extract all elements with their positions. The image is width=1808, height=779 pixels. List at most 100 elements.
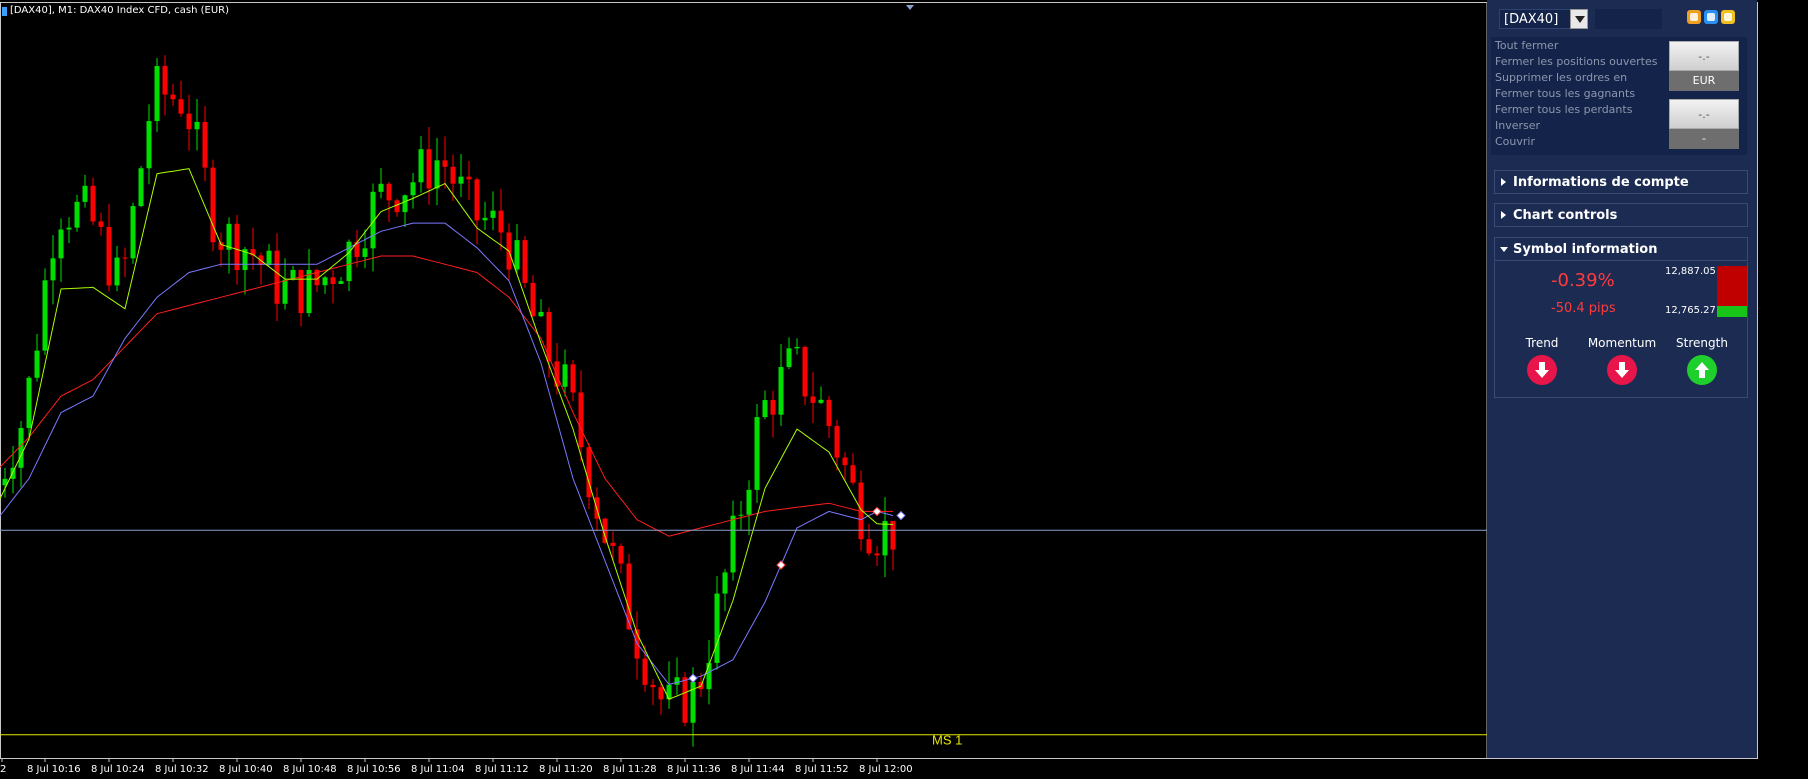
day-high: 12,887.05 <box>1665 266 1716 277</box>
candle-body <box>322 277 328 286</box>
value-box[interactable]: -.- <box>1669 99 1739 129</box>
candle-body <box>802 346 808 397</box>
candle-body <box>770 400 776 415</box>
candle-body <box>330 277 336 284</box>
symbol-info-body: -0.39% -50.4 pips 12,887.05 12,765.27 Tr… <box>1494 262 1748 398</box>
candle-body <box>818 399 824 403</box>
candle-body <box>306 269 312 314</box>
candle-body <box>274 250 280 304</box>
candle-body <box>402 195 408 213</box>
signal-marker <box>688 673 698 683</box>
section-chart-controls[interactable]: Chart controls <box>1494 203 1748 227</box>
candle-body <box>202 121 208 168</box>
candle-body <box>34 350 40 378</box>
section-label: Informations de compte <box>1513 175 1689 190</box>
copy-icon[interactable] <box>1687 10 1701 24</box>
candle-body <box>194 121 200 130</box>
signal-marker <box>896 510 906 521</box>
candle-body <box>106 226 112 286</box>
range-bar-up <box>1717 306 1747 317</box>
arrow-up-icon <box>1687 355 1717 385</box>
currency-label: EUR <box>1669 71 1739 91</box>
chevron-right-icon <box>1501 178 1506 186</box>
candle-body <box>178 99 184 114</box>
candle-body <box>738 514 744 516</box>
candle-body <box>442 160 448 167</box>
momentum-label: Momentum <box>1587 336 1657 350</box>
action-close-winners[interactable]: Fermer tous les gagnants <box>1495 87 1635 100</box>
candle-body <box>426 149 432 189</box>
candle-body <box>794 346 800 349</box>
candle-body <box>450 166 456 184</box>
candle-body <box>362 248 368 257</box>
profit-box[interactable]: -.- <box>1669 41 1739 71</box>
chevron-down-icon[interactable] <box>1570 9 1588 29</box>
candle-body <box>538 311 544 317</box>
layout-icon[interactable] <box>1721 10 1735 24</box>
scroll-marker-icon <box>906 5 914 10</box>
candle-body <box>762 400 768 418</box>
candle-body <box>650 684 656 688</box>
candle-body <box>474 179 480 221</box>
candle-body <box>690 681 696 723</box>
arrow-down-icon <box>1607 355 1637 385</box>
trading-panel: [DAX40] Tout fermer Fermer les positions… <box>1487 0 1757 758</box>
time-tick-label: 8 Jul 11:52 <box>795 764 849 775</box>
time-tick-label: 8 Jul 10:48 <box>283 764 337 775</box>
candle-body <box>562 364 568 387</box>
candle-body <box>722 572 728 594</box>
candle-body <box>138 168 144 207</box>
day-low: 12,765.27 <box>1665 305 1716 316</box>
action-close-losers[interactable]: Fermer tous les perdants <box>1495 103 1632 116</box>
gear-icon[interactable] <box>1704 10 1718 24</box>
candle-body <box>410 182 416 196</box>
candle-body <box>458 176 464 184</box>
candle-body <box>66 227 72 230</box>
ma-slow-line <box>0 255 893 537</box>
action-delete-orders[interactable]: Supprimer les ordres en <box>1495 71 1627 84</box>
candle-body <box>890 520 896 550</box>
time-tick-label: 8 Jul 10:56 <box>347 764 401 775</box>
candle-body <box>514 240 520 270</box>
candle-body <box>746 489 752 515</box>
candle-body <box>90 185 96 222</box>
time-tick-label: 8 Jul 11:20 <box>539 764 593 775</box>
candle-body <box>834 426 840 458</box>
candle-body <box>522 240 528 283</box>
range-bar-down <box>1717 266 1747 306</box>
candle-body <box>434 160 440 189</box>
section-account-info[interactable]: Informations de compte <box>1494 170 1748 194</box>
candle-body <box>234 223 240 271</box>
candle-body <box>610 542 616 546</box>
candle-body <box>50 258 56 281</box>
candle-body <box>850 465 856 483</box>
time-tick-label: 8 Jul 11:12 <box>475 764 529 775</box>
section-symbol-information[interactable]: Symbol information <box>1494 237 1748 261</box>
candle-body <box>706 662 712 690</box>
candle-body <box>26 377 32 429</box>
candle-body <box>530 282 536 317</box>
candle-body <box>570 364 576 393</box>
candle-body <box>74 201 80 228</box>
candle-body <box>114 257 120 286</box>
action-close-open-positions[interactable]: Fermer les positions ouvertes <box>1495 55 1658 68</box>
section-label: Chart controls <box>1513 208 1618 223</box>
action-reverse[interactable]: Inverser <box>1495 119 1540 132</box>
candle-body <box>618 545 624 564</box>
candle-body <box>810 396 816 403</box>
lot-input[interactable] <box>1595 9 1662 29</box>
action-hedge[interactable]: Couvrir <box>1495 135 1535 148</box>
candle-body <box>874 553 880 556</box>
candle-body <box>578 392 584 448</box>
candle-body <box>466 176 472 180</box>
trend-label: Trend <box>1525 336 1559 350</box>
value-sub-label: - <box>1669 129 1739 149</box>
candle-body <box>98 221 104 227</box>
action-close-all[interactable]: Tout fermer <box>1495 39 1558 52</box>
candle-body <box>42 280 48 351</box>
actions-box: Tout fermer Fermer les positions ouverte… <box>1491 37 1747 155</box>
candle-body <box>82 185 88 202</box>
candle-body <box>170 94 176 100</box>
signal-marker <box>872 506 882 517</box>
symbol-select[interactable]: [DAX40] <box>1499 9 1581 29</box>
